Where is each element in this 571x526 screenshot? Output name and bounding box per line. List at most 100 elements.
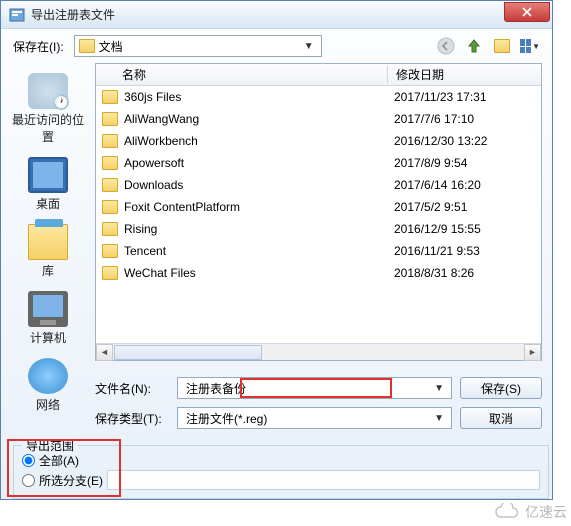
horizontal-scrollbar[interactable]: ◄ ► [96,343,541,360]
file-row[interactable]: Tencent2016/11/21 9:53 [96,240,541,262]
file-name: Foxit ContentPlatform [124,200,392,214]
new-folder-icon [494,39,510,53]
file-name: Downloads [124,178,392,192]
chevron-down-icon[interactable]: ▼ [431,413,447,424]
file-name: Tencent [124,244,392,258]
filetype-combo[interactable]: 注册文件(*.reg) ▼ [177,407,452,429]
file-date: 2017/11/23 17:31 [392,90,541,104]
view-menu-button[interactable]: ▼ [520,36,540,56]
file-row[interactable]: Downloads2017/6/14 16:20 [96,174,541,196]
folder-icon [102,90,118,104]
folder-icon [102,200,118,214]
file-row[interactable]: Rising2016/12/9 15:55 [96,218,541,240]
file-list-body[interactable]: 360js Files2017/11/23 17:31AliWangWang20… [96,86,541,343]
app-icon [9,7,25,23]
sidebar-item-network[interactable]: 网络 [8,354,88,419]
radio-branch[interactable] [22,474,35,487]
folder-icon [102,244,118,258]
location-combo[interactable]: 文档 ▼ [74,35,322,57]
folder-icon [102,266,118,280]
file-row[interactable]: Foxit ContentPlatform2017/5/2 9:51 [96,196,541,218]
watermark: 亿速云 [493,502,567,522]
file-date: 2018/8/31 8:26 [392,266,541,280]
save-button[interactable]: 保存(S) [460,377,542,399]
dialog-window: 导出注册表文件 保存在(I): 文档 ▼ ▼ [0,0,553,500]
folder-icon [102,156,118,170]
scroll-thumb[interactable] [114,345,262,360]
chevron-down-icon: ▼ [532,42,540,51]
filename-label: 文件名(N): [95,380,169,397]
file-date: 2017/7/6 17:10 [392,112,541,126]
chevron-down-icon[interactable]: ▼ [431,383,447,394]
back-button[interactable] [436,36,456,56]
sidebar-item-desktop[interactable]: 桌面 [8,153,88,218]
sidebar-item-recent[interactable]: 最近访问的位置 [8,69,88,151]
filename-combo[interactable]: ▼ [177,377,452,399]
titlebar: 导出注册表文件 [1,1,552,29]
titlebar-title: 导出注册表文件 [31,6,504,23]
column-header-date[interactable]: 修改日期 [388,66,541,83]
export-range-group: 导出范围 全部(A) 所选分支(E) [13,445,549,499]
file-name: 360js Files [124,90,392,104]
cancel-button[interactable]: 取消 [460,407,542,429]
file-row[interactable]: AliWorkbench2016/12/30 13:22 [96,130,541,152]
location-text: 文档 [99,38,297,55]
file-name: AliWorkbench [124,134,392,148]
file-date: 2017/8/9 9:54 [392,156,541,170]
file-row[interactable]: WeChat Files2018/8/31 8:26 [96,262,541,284]
watermark-text: 亿速云 [525,502,567,522]
file-name: AliWangWang [124,112,392,126]
file-list: 名称 修改日期 360js Files2017/11/23 17:31AliWa… [95,63,542,361]
sidebar-item-label: 最近访问的位置 [8,111,88,145]
close-button[interactable] [504,2,550,22]
file-date: 2016/11/21 9:53 [392,244,541,258]
scroll-right-button[interactable]: ► [524,344,541,361]
filename-row: 文件名(N): ▼ 保存(S) [95,373,542,403]
up-button[interactable] [464,36,484,56]
branch-input[interactable] [107,470,540,490]
filetype-label: 保存类型(T): [95,410,169,427]
radio-branch-row[interactable]: 所选分支(E) [22,470,540,490]
toolbar: 保存在(I): 文档 ▼ ▼ [1,29,552,63]
file-row[interactable]: AliWangWang2017/7/6 17:10 [96,108,541,130]
sidebar-item-library[interactable]: 库 [8,220,88,285]
radio-all-label: 全部(A) [39,452,79,469]
file-date: 2016/12/30 13:22 [392,134,541,148]
sidebar-item-label: 库 [42,262,54,279]
file-row[interactable]: Apowersoft2017/8/9 9:54 [96,152,541,174]
desktop-icon [28,157,68,193]
main-column: 名称 修改日期 360js Files2017/11/23 17:31AliWa… [95,63,552,499]
file-list-header: 名称 修改日期 [96,64,541,86]
network-icon [28,358,68,394]
sidebar-item-label: 网络 [36,396,60,413]
nav-icons: ▼ [436,36,540,56]
radio-all[interactable] [22,454,35,467]
sidebar-item-label: 桌面 [36,195,60,212]
cloud-icon [493,503,521,521]
dialog-body: 最近访问的位置 桌面 库 计算机 网络 名称 修改日期 360js Files2… [1,63,552,499]
radio-branch-label: 所选分支(E) [39,472,103,489]
filename-input[interactable] [182,381,431,395]
folder-icon [102,112,118,126]
back-icon [437,37,455,55]
column-header-name[interactable]: 名称 [96,66,388,83]
close-icon [522,7,532,17]
folder-icon [102,178,118,192]
file-name: Rising [124,222,392,236]
new-folder-button[interactable] [492,36,512,56]
sidebar-item-computer[interactable]: 计算机 [8,287,88,352]
libraries-icon [28,224,68,260]
scroll-left-button[interactable]: ◄ [96,344,113,361]
filetype-value: 注册文件(*.reg) [182,410,431,427]
save-in-label: 保存在(I): [13,38,64,55]
file-date: 2017/5/2 9:51 [392,200,541,214]
file-name: WeChat Files [124,266,392,280]
view-grid-icon [520,39,531,53]
folder-icon [102,134,118,148]
file-date: 2017/6/14 16:20 [392,178,541,192]
file-row[interactable]: 360js Files2017/11/23 17:31 [96,86,541,108]
radio-all-row[interactable]: 全部(A) [22,450,540,470]
export-range-legend: 导出范围 [22,437,78,454]
computer-icon [28,291,68,327]
chevron-down-icon[interactable]: ▼ [301,41,317,52]
